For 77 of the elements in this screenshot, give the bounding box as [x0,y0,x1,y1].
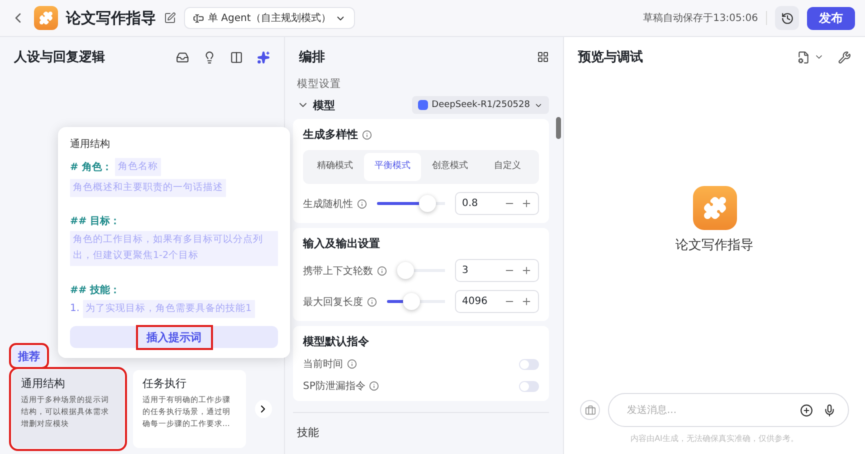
briefcase-icon[interactable] [580,400,600,420]
slider-thumb[interactable] [418,195,436,212]
placeholder-text: 角色名称 [114,158,161,176]
columns-icon[interactable] [230,50,243,64]
model-label: 模型 [313,98,335,112]
next-button[interactable] [254,400,272,418]
card-title: 输入及输出设置 [303,236,381,251]
info-icon [377,266,387,276]
file-settings-icon[interactable] [797,50,810,64]
add-icon[interactable] [800,404,813,416]
info-icon [369,381,380,391]
mode-tab[interactable]: 自定义 [478,153,536,181]
section-label: 技能 [293,412,549,440]
popover-title: 通用结构 [70,138,111,151]
mode-tab[interactable]: 创意模式 [421,153,478,181]
number-stepper[interactable]: 3 [455,259,539,282]
wrench-icon[interactable] [838,50,851,64]
save-status: 草稿自动保存于13:05:06 [643,11,767,25]
number-stepper[interactable]: 4096 [455,290,539,313]
prompt-heading: ## 目标： [70,214,120,228]
placeholder-text: 为了实现目标，角色需要具备的技能1 [82,300,255,318]
panel-title: 编排 [299,48,326,66]
stepper-value: 0.8 [462,198,479,209]
card-title: 模型默认指令 [303,334,370,349]
cursor-icon [193,12,204,24]
prompt-heading: ## 技能： [70,284,120,297]
panel-title: 预览与调试 [578,49,644,66]
edit-icon[interactable] [164,12,176,24]
card-title: 任务执行 [142,376,188,391]
message-input[interactable]: 发送消息... [608,393,849,427]
setting-label: 最大回复长度 [303,296,363,308]
number-stepper[interactable]: 0.8 [455,192,539,215]
app-title: 论文写作指导 [66,8,156,28]
disclaimer-text: 内容由AI生成，无法确保真实准确，仅供参考。 [630,433,800,445]
template-tab[interactable]: 推荐 [12,346,46,366]
toggle-switch[interactable] [519,380,539,392]
stepper-value: 4096 [462,296,488,307]
puzzle-logo-icon [692,186,736,230]
info-icon [367,296,377,306]
plus-icon[interactable] [521,198,532,209]
sparkles-icon[interactable] [257,50,270,64]
stepper-value: 3 [462,265,470,276]
scrollbar-thumb[interactable] [556,117,561,139]
mode-tab[interactable]: 平衡模式 [364,153,421,181]
inbox-icon[interactable] [176,50,189,64]
toggle-switch[interactable] [519,358,539,370]
placeholder-text: 角色的工作目标，如果有多目标可以分点列出，但建议更聚焦1-2个目标 [70,231,278,266]
info-icon [347,359,357,369]
puzzle-logo-icon [34,6,58,30]
card-title: 通用结构 [21,376,66,391]
mode-select[interactable]: 单 Agent（自主规划模式） [184,7,355,29]
setting-label: SP防泄漏指令 [303,380,366,393]
model-select[interactable]: DeepSeek-R1/250528 [412,96,549,114]
setting-label: 当前时间 [303,358,343,371]
microphone-icon[interactable] [823,404,836,416]
list-number: 1. [70,303,80,314]
section-label: 模型设置 [296,77,342,91]
info-icon [362,130,372,140]
panel-title: 人设与回复逻辑 [14,49,106,66]
mode-tab[interactable]: 精确模式 [306,153,364,181]
publish-button[interactable]: 发布 [807,6,855,30]
lightbulb-icon[interactable] [203,50,216,64]
setting-label: 携带上下文轮数 [303,264,373,278]
placeholder-text: 角色概述和主要职责的一句话描述 [70,179,226,198]
message-text-input[interactable]: 发送消息... [625,404,790,416]
slider-thumb[interactable] [403,293,420,310]
grid-icon[interactable] [537,51,549,63]
info-icon [357,198,367,208]
app-name: 论文写作指导 [676,237,754,254]
history-icon [780,12,794,24]
prompt-heading: # 角色： [70,160,112,174]
plus-icon[interactable] [521,296,532,307]
plus-icon[interactable] [521,265,532,276]
slider-thumb[interactable] [397,262,414,279]
setting-label: 生成随机性 [303,198,353,210]
card-title: 生成多样性 [303,127,358,142]
history-button[interactable] [775,6,799,30]
